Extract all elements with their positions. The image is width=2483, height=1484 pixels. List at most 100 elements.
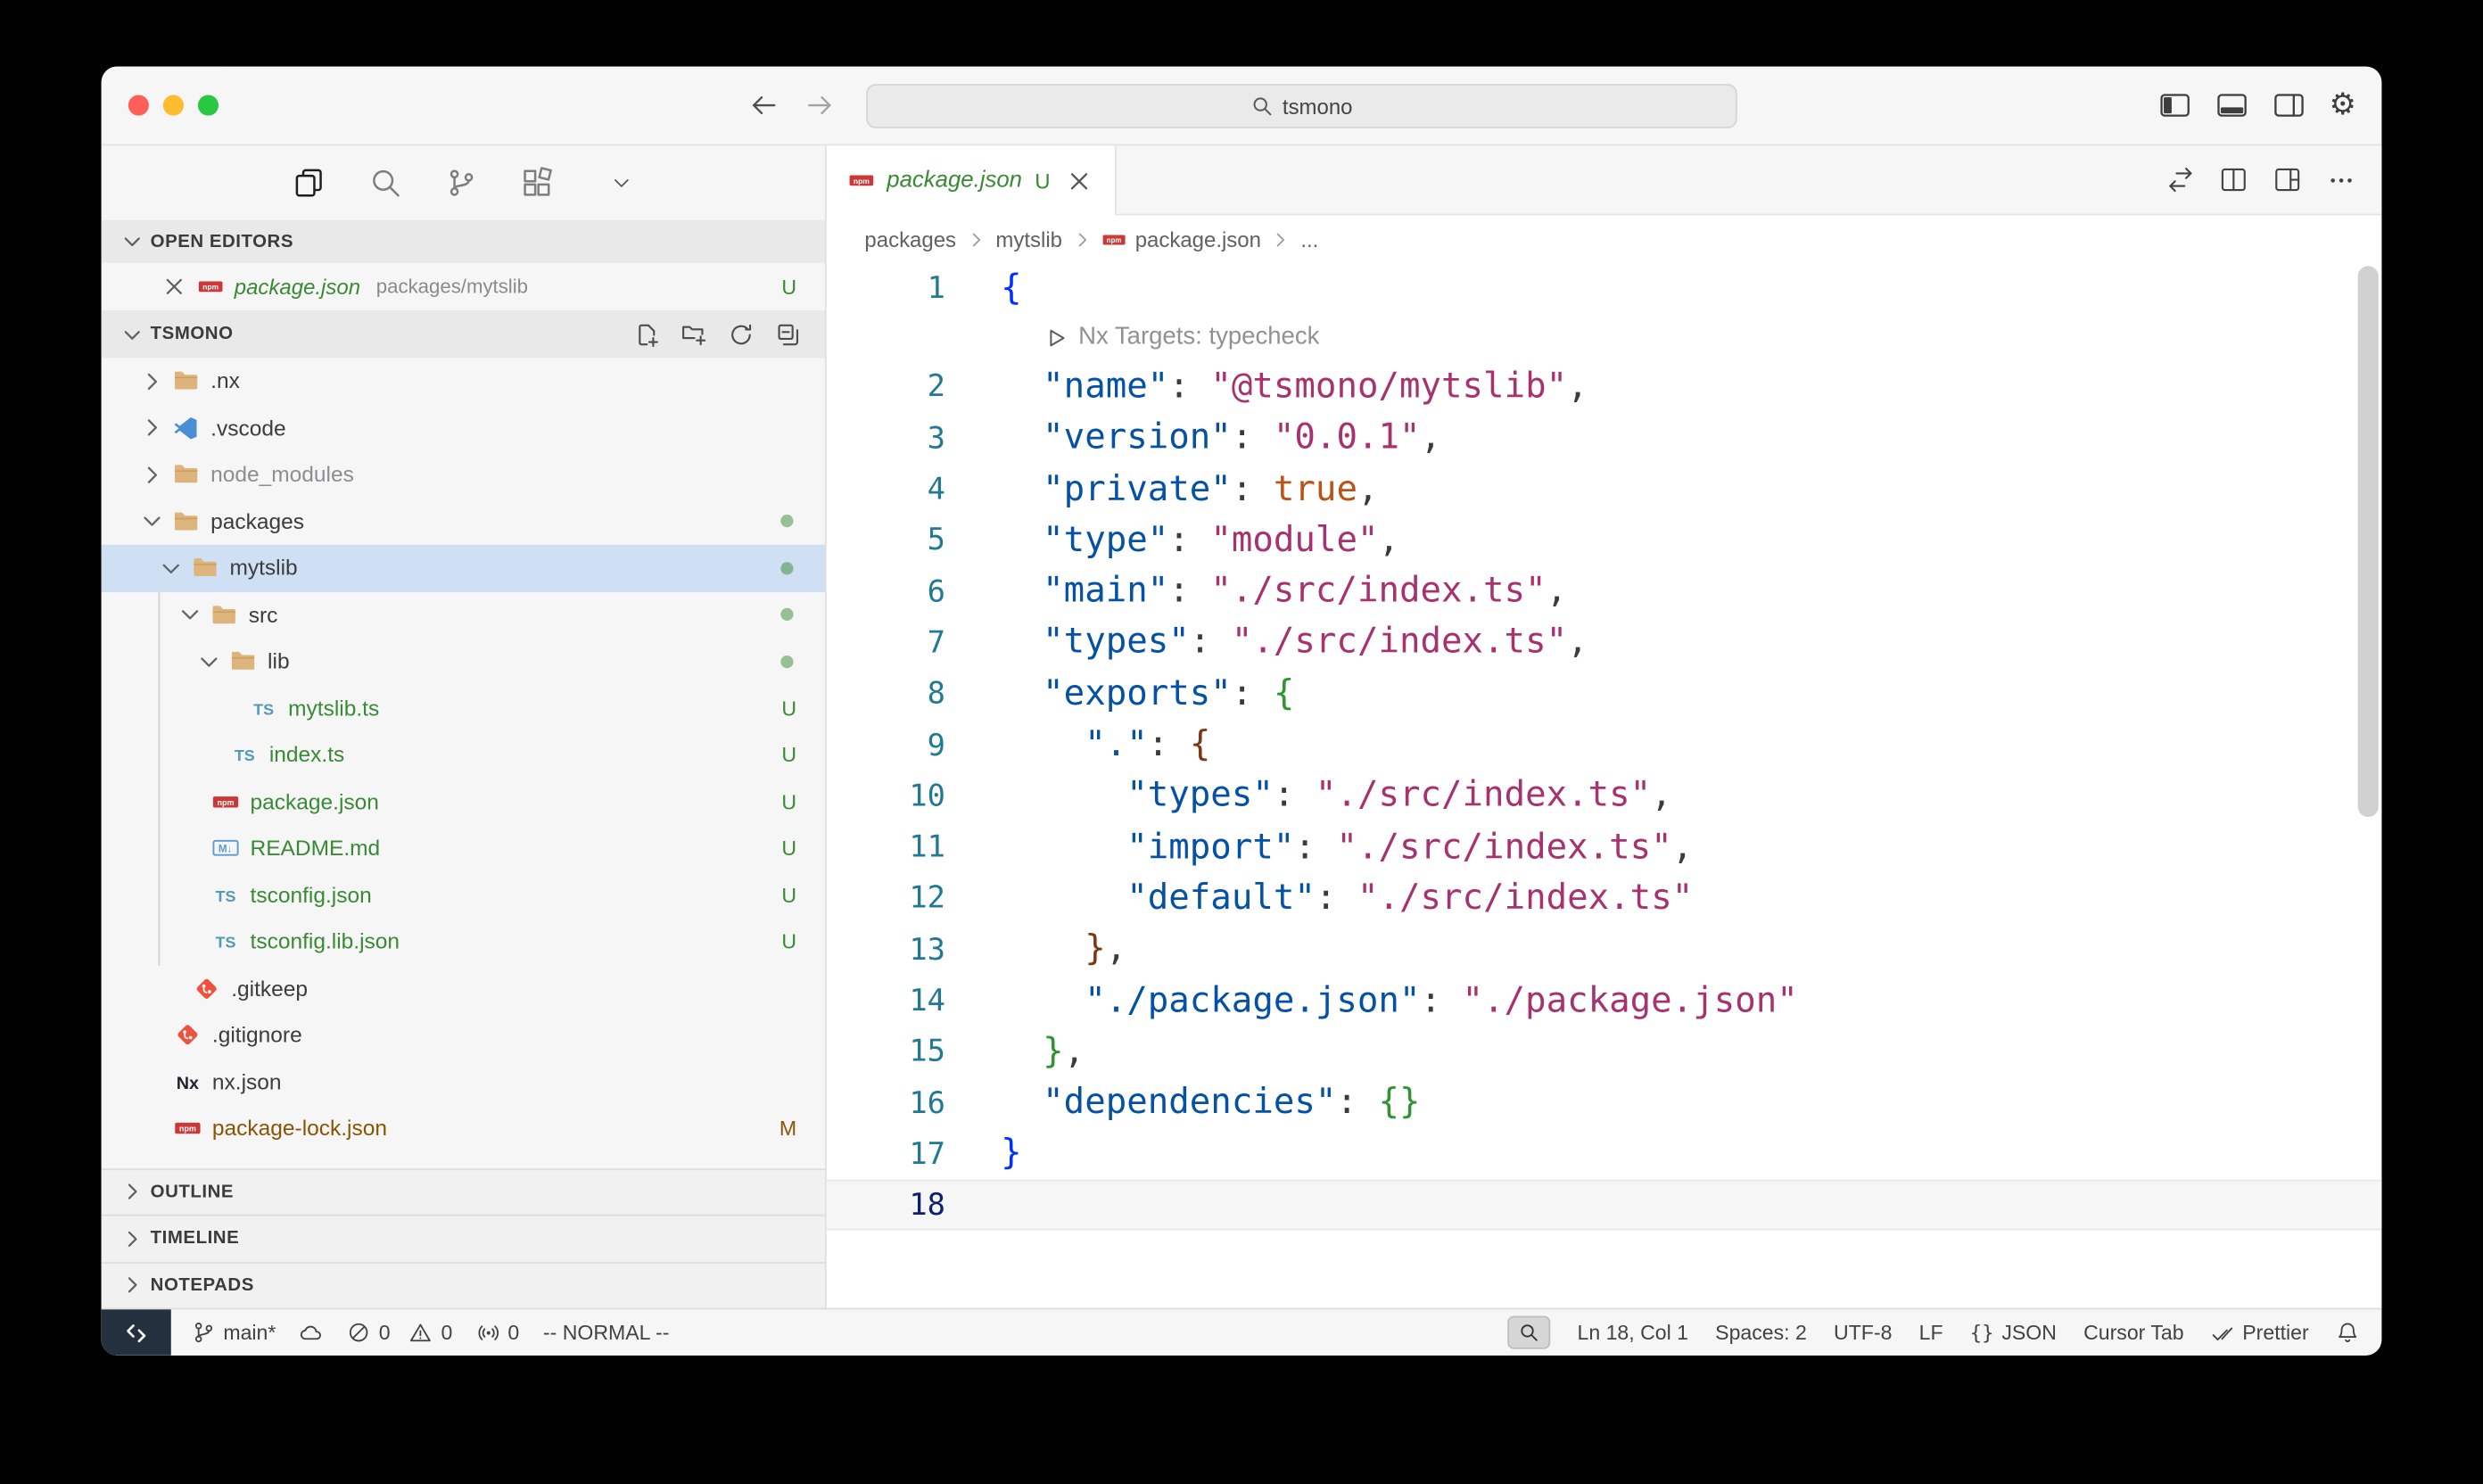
broadcast-status[interactable]: 0 [476, 1321, 519, 1345]
tree-item-package-lock.json[interactable]: npmpackage-lock.jsonM [102, 1105, 825, 1151]
code-line-5[interactable]: 5 "type": "module", [827, 515, 2382, 565]
tree-item-tsconfig.json[interactable]: TStsconfig.jsonU [102, 871, 825, 918]
sync-status[interactable] [300, 1321, 324, 1345]
explorer-section-header[interactable]: TSMONO [102, 310, 825, 358]
line-number: 14 [827, 984, 945, 1018]
code-line-9[interactable]: 9 ".": { [827, 720, 2382, 771]
search-view-icon[interactable] [369, 166, 402, 199]
minimize-button[interactable] [163, 95, 184, 116]
tree-item-tsconfig.lib.json[interactable]: TStsconfig.lib.jsonU [102, 919, 825, 965]
chevron-right-icon [139, 416, 164, 441]
cursor-position[interactable]: Ln 18, Col 1 [1578, 1321, 1688, 1345]
tree-item-nx.json[interactable]: Nxnx.json [102, 1059, 825, 1105]
formatter-status[interactable]: Prettier [2211, 1321, 2309, 1345]
npm-icon: npm [849, 168, 874, 193]
tree-item-src[interactable]: src [102, 591, 825, 638]
breadcrumb-item[interactable]: ... [1300, 227, 1318, 251]
code-editor[interactable]: 1{Nx Targets: typecheck2 "name": "@tsmon… [827, 263, 2382, 1308]
run-icon[interactable] [1044, 326, 1068, 350]
cursor-tab-status[interactable]: Cursor Tab [2083, 1321, 2183, 1345]
open-editor-item[interactable]: npm package.json packages/mytslib U [102, 263, 825, 310]
close-icon[interactable] [1066, 167, 1093, 194]
breadcrumb-item[interactable]: mytslib [995, 227, 1062, 251]
line-text: }, [1001, 1032, 1085, 1071]
line-text: "default": "./src/index.ts" [1001, 878, 1693, 918]
open-changes-icon[interactable] [2165, 165, 2195, 195]
zoom-indicator[interactable] [1507, 1315, 1550, 1348]
explorer-icon[interactable] [293, 166, 326, 199]
close-icon[interactable] [161, 274, 186, 299]
tree-item-.gitignore[interactable]: .gitignore [102, 1012, 825, 1059]
code-line-6[interactable]: 6 "main": "./src/index.ts", [827, 566, 2382, 617]
code-line-4[interactable]: 4 "private": true, [827, 464, 2382, 515]
back-icon[interactable] [747, 88, 780, 121]
more-actions-icon[interactable] [2326, 165, 2356, 195]
problems-status[interactable]: 0 0 [347, 1321, 452, 1345]
customize-layout-icon[interactable] [2273, 165, 2303, 195]
timeline-section-header[interactable]: TIMELINE [102, 1215, 825, 1261]
close-button[interactable] [128, 95, 149, 116]
code-line-7[interactable]: 7 "types": "./src/index.ts", [827, 617, 2382, 668]
code-line-12[interactable]: 12 "default": "./src/index.ts" [827, 873, 2382, 924]
chevron-down-icon[interactable] [610, 171, 634, 195]
code-line-10[interactable]: 10 "types": "./src/index.ts", [827, 771, 2382, 821]
code-line-11[interactable]: 11 "import": "./src/index.ts", [827, 821, 2382, 872]
code-line-8[interactable]: 8 "exports": { [827, 668, 2382, 719]
tab-package-json[interactable]: npm package.json U [827, 145, 1117, 215]
code-line-16[interactable]: 16 "dependencies": {} [827, 1077, 2382, 1128]
breadcrumb-item[interactable]: packages [864, 227, 956, 251]
new-folder-icon[interactable] [681, 321, 707, 348]
tree-item-.vscode[interactable]: .vscode [102, 405, 825, 451]
eol-status[interactable]: LF [1919, 1321, 1943, 1345]
new-file-icon[interactable] [633, 321, 660, 348]
outline-section-header[interactable]: OUTLINE [102, 1167, 825, 1214]
encoding-status[interactable]: UTF-8 [1834, 1321, 1892, 1345]
notepads-section-header[interactable]: NOTEPADS [102, 1261, 825, 1307]
source-control-icon[interactable] [445, 166, 478, 199]
folder-icon [210, 601, 237, 628]
line-number: 9 [827, 728, 945, 763]
code-line-18[interactable]: 18 [827, 1180, 2382, 1231]
indentation-status[interactable]: Spaces: 2 [1715, 1321, 1807, 1345]
tree-item-.gitkeep[interactable]: .gitkeep [102, 965, 825, 1011]
refresh-icon[interactable] [729, 321, 755, 348]
git-branch-status[interactable]: main* [192, 1321, 276, 1345]
code-line-17[interactable]: 17} [827, 1128, 2382, 1179]
tree-item-packages[interactable]: packages [102, 498, 825, 544]
tree-item-package.json[interactable]: npmpackage.jsonU [102, 779, 825, 825]
codelens[interactable]: Nx Targets: typecheck [827, 314, 2382, 361]
code-line-13[interactable]: 13 }, [827, 924, 2382, 975]
tree-item-lib[interactable]: lib [102, 639, 825, 685]
split-editor-icon[interactable] [2218, 165, 2248, 195]
line-text: "type": "module", [1001, 521, 1399, 560]
open-editors-header[interactable]: OPEN EDITORS [102, 220, 825, 263]
breadcrumb-item[interactable]: package.json [1135, 227, 1261, 251]
tree-item-label: README.md [251, 837, 381, 861]
tree-item-index.ts[interactable]: TSindex.tsU [102, 731, 825, 778]
code-line-2[interactable]: 2 "name": "@tsmono/mytslib", [827, 361, 2382, 412]
code-line-3[interactable]: 3 "version": "0.0.1", [827, 413, 2382, 464]
language-mode[interactable]: {} JSON [1970, 1321, 2057, 1345]
tree-item-node_modules[interactable]: node_modules [102, 451, 825, 498]
toggle-panel-icon[interactable] [2215, 88, 2248, 121]
code-line-15[interactable]: 15 }, [827, 1026, 2382, 1077]
remote-indicator[interactable] [102, 1309, 171, 1355]
tree-item-.nx[interactable]: .nx [102, 358, 825, 404]
app-window: tsmono ⚙ OPEN [102, 67, 2382, 1356]
toggle-secondary-sidebar-icon[interactable] [2273, 88, 2306, 121]
forward-icon[interactable] [803, 88, 836, 121]
tree-item-mytslib[interactable]: mytslib [102, 545, 825, 591]
line-text: "main": "./src/index.ts", [1001, 572, 1567, 611]
code-line-14[interactable]: 14 "./package.json": "./package.json" [827, 975, 2382, 1026]
maximize-button[interactable] [198, 95, 219, 116]
editor-scrollbar[interactable] [2358, 266, 2379, 817]
extensions-icon[interactable] [521, 166, 554, 199]
tree-item-mytslib.ts[interactable]: TSmytslib.tsU [102, 685, 825, 731]
notifications-bell[interactable] [2336, 1321, 2360, 1345]
toggle-sidebar-icon[interactable] [2158, 88, 2191, 121]
titlebar-search[interactable]: tsmono [866, 84, 1737, 128]
settings-gear-icon[interactable]: ⚙ [2330, 88, 2356, 121]
collapse-all-icon[interactable] [776, 321, 803, 348]
code-line-1[interactable]: 1{ [827, 263, 2382, 314]
tree-item-README.md[interactable]: M↓README.mdU [102, 825, 825, 871]
